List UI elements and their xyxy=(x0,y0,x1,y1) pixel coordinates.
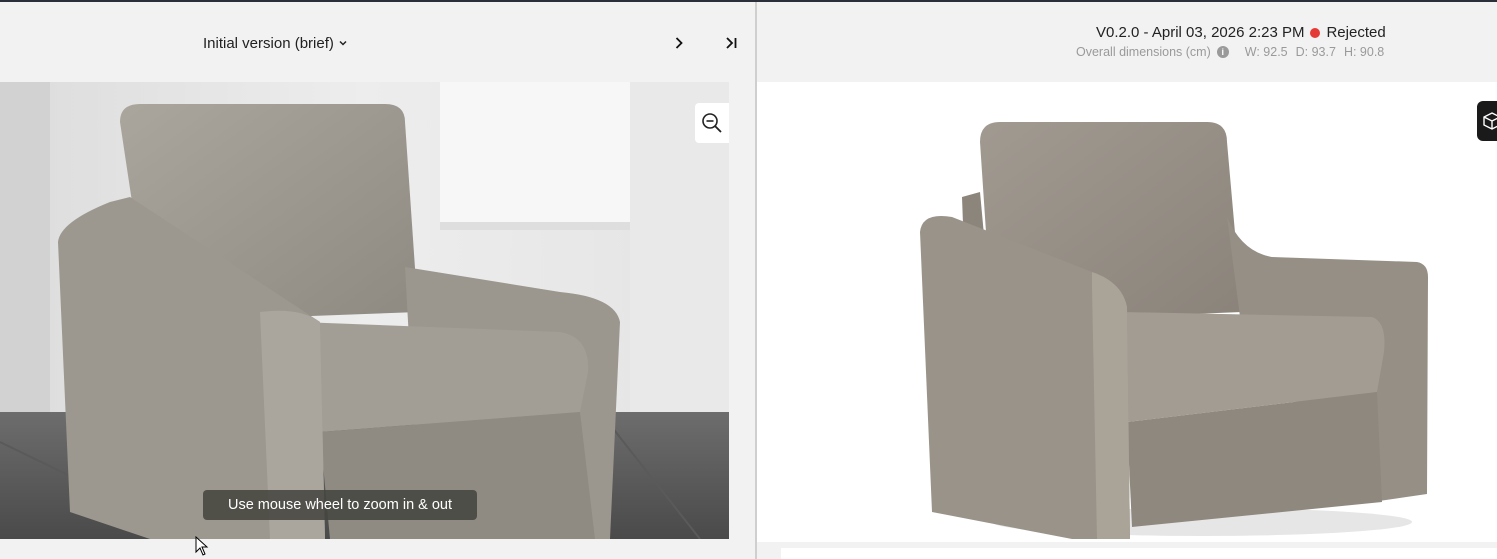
armchair-render xyxy=(872,82,1472,539)
chevron-down-icon xyxy=(339,40,347,46)
dimension-height: H: 90.8 xyxy=(1343,45,1385,59)
bottom-panel-edge xyxy=(781,548,1497,559)
zoom-out-icon xyxy=(702,113,722,133)
dimensions-info: Overall dimensions (cm) i W: 92.5 D: 93.… xyxy=(1076,45,1384,59)
version-label: V0.2.0 - April 03, 2026 2:23 PM xyxy=(1096,24,1305,41)
chevron-right-icon xyxy=(675,37,683,49)
armchair-room-image xyxy=(0,82,729,539)
render-viewport xyxy=(757,82,1497,542)
rendered-armchair-image[interactable] xyxy=(872,82,1472,539)
3d-viewer-button[interactable] xyxy=(1477,101,1497,141)
right-version-panel: V0.2.0 - April 03, 2026 2:23 PM Rejected… xyxy=(757,2,1497,559)
right-panel-header: V0.2.0 - April 03, 2026 2:23 PM Rejected… xyxy=(757,2,1497,82)
version-dropdown[interactable]: Initial version (brief) xyxy=(203,32,348,54)
left-version-panel: Initial version (brief) Use mouse wheel … xyxy=(0,2,755,559)
dimension-width: W: 92.5 xyxy=(1244,45,1288,59)
brief-armchair-photo[interactable] xyxy=(0,82,729,539)
dimension-depth: D: 93.7 xyxy=(1295,45,1336,59)
mouse-cursor-icon xyxy=(195,536,209,556)
info-icon[interactable]: i xyxy=(1216,46,1229,58)
skip-to-end-icon xyxy=(726,37,737,49)
left-panel-header: Initial version (brief) xyxy=(0,2,755,82)
dimensions-label: Overall dimensions (cm) xyxy=(1076,45,1211,59)
last-version-button[interactable] xyxy=(720,32,742,54)
cube-icon xyxy=(1483,112,1497,130)
version-info: V0.2.0 - April 03, 2026 2:23 PM Rejected xyxy=(1096,24,1386,41)
status-label: Rejected xyxy=(1326,24,1386,41)
zoom-button[interactable] xyxy=(695,103,729,143)
version-dropdown-label: Initial version (brief) xyxy=(203,34,334,52)
status-dot xyxy=(1310,27,1321,38)
zoom-hint-tooltip: Use mouse wheel to zoom in & out xyxy=(203,490,477,520)
next-version-button[interactable] xyxy=(668,32,690,54)
